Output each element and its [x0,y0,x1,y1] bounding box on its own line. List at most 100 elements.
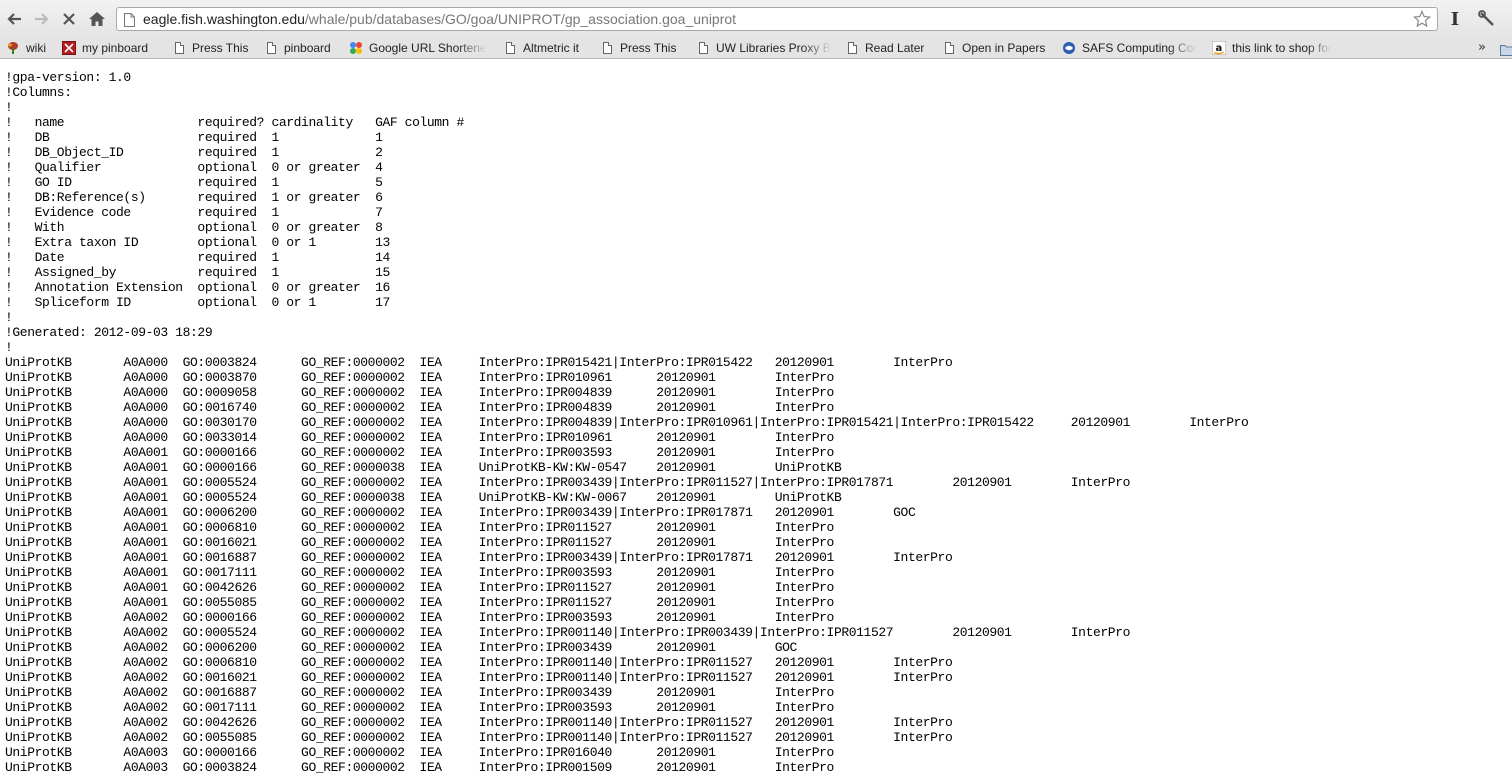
header-line: ! [5,310,13,325]
header-line: ! With optional 0 or greater 8 [5,220,383,235]
annotation-row: UniProtKB A0A002 GO:0042626 GO_REF:00000… [5,715,953,730]
annotation-row: UniProtKB A0A000 GO:0016740 GO_REF:00000… [5,400,834,415]
header-line: ! Extra taxon ID optional 0 or 1 13 [5,235,390,250]
header-line: !gpa-version: 1.0 [5,70,131,85]
annotation-row: UniProtKB A0A002 GO:0017111 GO_REF:00000… [5,700,834,715]
annotation-row: UniProtKB A0A002 GO:0006810 GO_REF:00000… [5,655,953,670]
bookmark-label: Press This [620,41,677,55]
annotation-row: UniProtKB A0A001 GO:0000166 GO_REF:00000… [5,460,842,475]
annotation-row: UniProtKB A0A000 GO:0033014 GO_REF:00000… [5,430,834,445]
annotation-row: UniProtKB A0A001 GO:0005524 GO_REF:00000… [5,490,842,505]
annotation-row: UniProtKB A0A001 GO:0055085 GO_REF:00000… [5,595,834,610]
annotation-row: UniProtKB A0A001 GO:0042626 GO_REF:00000… [5,580,834,595]
annotation-row: UniProtKB A0A002 GO:0016887 GO_REF:00000… [5,685,834,700]
bookmark-my-pinboard[interactable]: my pinboard [62,39,164,57]
header-line: ! DB required 1 1 [5,130,383,145]
bookmark-label: Altmetric it [523,41,580,55]
annotation-row: UniProtKB A0A000 GO:0009058 GO_REF:00000… [5,385,834,400]
bookmark-uw-libraries-proxy[interactable]: UW Libraries Proxy B [696,39,834,57]
annotation-row: UniProtKB A0A001 GO:0017111 GO_REF:00000… [5,565,834,580]
url-text[interactable]: eagle.fish.washington.edu/whale/pub/data… [143,8,736,30]
header-line: ! [5,100,13,115]
annotation-row: UniProtKB A0A000 GO:0003824 GO_REF:00000… [5,355,953,370]
stop-button[interactable] [58,8,80,30]
bookmark-safs-computing[interactable]: SAFS Computing Cor [1062,39,1200,57]
bookmark-label: UW Libraries Proxy B [716,41,831,55]
url-host: eagle.fish.washington.edu [143,11,305,27]
bookmark-star-icon[interactable] [1412,9,1432,32]
extension-i-icon[interactable]: I [1446,9,1464,31]
forward-button[interactable] [30,8,52,30]
amazon-icon: a [1212,40,1226,56]
pinboard-icon [62,40,76,56]
bookmark-label: this link to shop for [1232,41,1333,55]
home-button[interactable] [86,8,108,30]
forward-arrow-icon [35,13,49,25]
header-line: !Columns: [5,85,72,100]
header-line: !Generated: 2012-09-03 18:29 [5,325,213,340]
annotation-row: UniProtKB A0A003 GO:0000166 GO_REF:00000… [5,745,834,760]
bookmark-label: wiki [26,41,46,55]
page-content: !gpa-version: 1.0 !Columns:!! name requir… [0,59,1512,781]
doc-icon [942,40,956,56]
other-bookmarks-folder-icon[interactable] [1500,41,1512,60]
bookmark-open-in-papers[interactable]: Open in Papers [942,39,1052,57]
doc-icon [264,40,278,56]
browser-toolbar: eagle.fish.washington.edu/whale/pub/data… [0,0,1512,38]
bookmark-altmetric-it[interactable]: Altmetric it [503,39,591,57]
plain-text-file: !gpa-version: 1.0 !Columns:!! name requir… [5,70,1249,775]
wrench-menu-icon[interactable] [1478,10,1496,32]
doc-icon [696,40,710,56]
header-line: ! Spliceform ID optional 0 or 1 17 [5,295,390,310]
bookmark-read-later[interactable]: Read Later [845,39,935,57]
bookmark-label: Read Later [865,41,925,55]
header-line: ! Annotation Extension optional 0 or gre… [5,280,390,295]
bookmark-label: Google URL Shortene [369,41,487,55]
header-line: ! DB:Reference(s) required 1 or greater … [5,190,383,205]
back-arrow-icon [7,13,21,25]
annotation-row: UniProtKB A0A002 GO:0006200 GO_REF:00000… [5,640,797,655]
doc-icon [172,40,186,56]
bookmark-wiki[interactable]: wiki [6,39,56,57]
annotation-row: UniProtKB A0A001 GO:0005524 GO_REF:00000… [5,475,1130,490]
annotation-row: UniProtKB A0A002 GO:0000166 GO_REF:00000… [5,610,834,625]
header-line: ! Qualifier optional 0 or greater 4 [5,160,383,175]
bookmark-press-this-2[interactable]: Press This [600,39,688,57]
header-line: ! GO ID required 1 5 [5,175,383,190]
annotation-row: UniProtKB A0A001 GO:0016021 GO_REF:00000… [5,535,834,550]
annotation-row: UniProtKB A0A000 GO:0003870 GO_REF:00000… [5,370,834,385]
bookmarks-overflow-chevron[interactable]: » [1478,38,1486,58]
annotation-row: UniProtKB A0A001 GO:0006810 GO_REF:00000… [5,520,834,535]
annotation-row: UniProtKB A0A002 GO:0016021 GO_REF:00000… [5,670,953,685]
bookmark-pinboard[interactable]: pinboard [264,39,342,57]
plant-icon [6,40,20,56]
bookmark-amazon-shop[interactable]: a this link to shop for [1212,39,1352,57]
annotation-row: UniProtKB A0A000 GO:0030170 GO_REF:00000… [5,415,1249,430]
bookmark-google-url-shortener[interactable]: Google URL Shortene [349,39,491,57]
bookmark-press-this[interactable]: Press This [172,39,260,57]
header-line: ! Date required 1 14 [5,250,390,265]
header-line: ! name required? cardinality GAF column … [5,115,464,130]
annotation-row: UniProtKB A0A001 GO:0016887 GO_REF:00000… [5,550,953,565]
bookmark-label: Press This [192,41,249,55]
annotation-row: UniProtKB A0A002 GO:0055085 GO_REF:00000… [5,730,953,745]
annotation-row: UniProtKB A0A001 GO:0006200 GO_REF:00000… [5,505,916,520]
doc-icon [503,40,517,56]
annotation-row: UniProtKB A0A002 GO:0005524 GO_REF:00000… [5,625,1130,640]
bookmarks-bar: wiki my pinboard Press This pinboard Goo… [0,38,1512,59]
header-line: ! Assigned_by required 1 15 [5,265,390,280]
bookmark-label: SAFS Computing Cor [1082,41,1198,55]
url-path: /whale/pub/databases/GO/goa/UNIPROT/gp_a… [304,11,737,27]
header-line: ! Evidence code required 1 7 [5,205,383,220]
google-icon [349,40,363,56]
doc-icon [600,40,614,56]
bookmark-label: pinboard [284,41,331,55]
header-line: ! [5,340,13,355]
bookmark-label: my pinboard [82,41,149,55]
back-button[interactable] [4,8,26,30]
bookmark-label: Open in Papers [962,41,1046,55]
page-icon [124,12,135,31]
doc-icon [845,40,859,56]
address-bar[interactable]: eagle.fish.washington.edu/whale/pub/data… [116,7,1438,31]
svg-text:a: a [1216,43,1223,54]
